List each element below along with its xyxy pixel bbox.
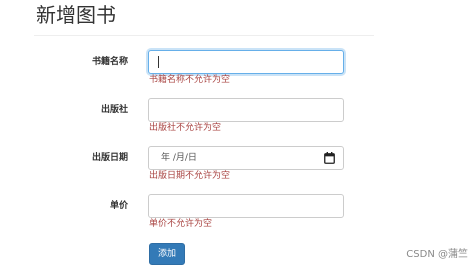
add-button[interactable]: 添加 xyxy=(149,243,185,265)
price-label: 单价 xyxy=(109,201,128,211)
price-input[interactable] xyxy=(148,194,344,218)
publish-date-label: 出版日期 xyxy=(91,153,128,163)
book-name-label: 书籍名称 xyxy=(91,57,128,67)
publisher-error: 出版社不允许为空 xyxy=(149,123,222,133)
book-name-input[interactable] xyxy=(148,50,344,74)
calendar-icon[interactable] xyxy=(324,152,335,164)
text-caret xyxy=(158,56,159,68)
publish-date-error: 出版日期不允许为空 xyxy=(149,171,231,181)
page-title: 新增图书 xyxy=(36,3,116,27)
publisher-label: 出版社 xyxy=(100,105,128,115)
date-placeholder: 年 /月/日 xyxy=(161,153,197,163)
publisher-input[interactable] xyxy=(148,98,344,122)
title-divider xyxy=(34,35,374,36)
publish-date-input[interactable]: 年 /月/日 xyxy=(148,146,344,170)
price-error: 单价不允许为空 xyxy=(149,219,213,229)
book-name-error: 书籍名称不允许为空 xyxy=(149,75,231,85)
csdn-watermark: CSDN @蒲竺 xyxy=(406,249,468,260)
